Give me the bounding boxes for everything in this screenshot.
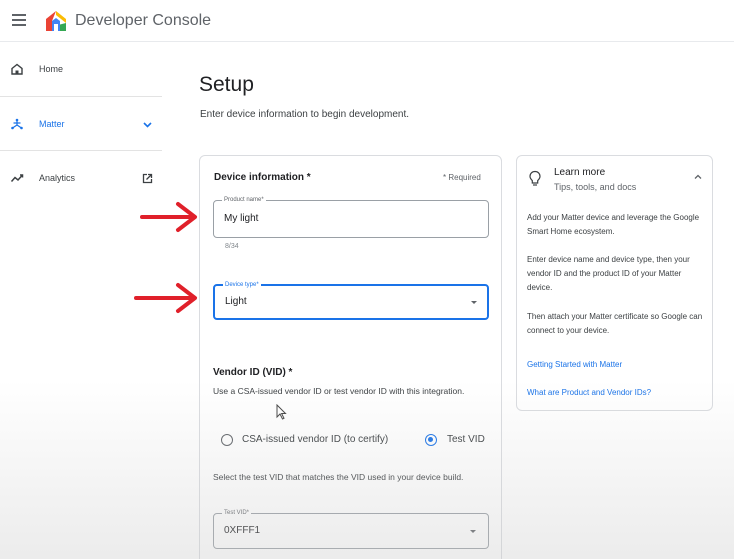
top-app-bar: Developer Console <box>0 0 734 42</box>
dropdown-arrow-icon[interactable] <box>471 301 477 304</box>
lightbulb-icon <box>529 170 541 186</box>
device-type-label: Device type* <box>223 281 261 289</box>
vendor-id-description: Use a CSA-issued vendor ID or test vendo… <box>213 386 465 396</box>
product-name-label: Product name* <box>222 196 266 204</box>
learn-more-title: Learn more <box>554 167 606 178</box>
sidebar-item-matter[interactable]: Matter <box>0 97 162 151</box>
learn-more-paragraph: Then attach your Matter certificate so G… <box>527 312 703 335</box>
page-title: Setup <box>199 73 254 96</box>
open-in-new-icon[interactable] <box>141 172 154 185</box>
radio-test-vid[interactable] <box>425 434 437 446</box>
matter-icon <box>11 118 23 130</box>
mouse-cursor-icon <box>276 404 287 420</box>
device-type-select[interactable]: Device type* Light <box>213 281 489 320</box>
test-vid-value: 0XFFF1 <box>224 525 261 536</box>
dropdown-arrow-icon[interactable] <box>470 530 476 533</box>
radio-test-vid-label[interactable]: Test VID <box>447 434 485 445</box>
sidebar-item-analytics[interactable]: Analytics <box>0 151 162 205</box>
getting-started-link[interactable]: Getting Started with Matter <box>527 360 622 369</box>
annotation-arrow-icon <box>140 202 197 232</box>
annotation-arrow-icon <box>134 283 197 313</box>
required-note: * Required <box>443 173 481 182</box>
sidebar-item-home[interactable]: Home <box>0 42 162 96</box>
learn-more-subtitle: Tips, tools, and docs <box>554 182 637 192</box>
product-vendor-ids-link[interactable]: What are Product and Vendor IDs? <box>527 388 651 397</box>
learn-more-paragraph: Add your Matter device and leverage the … <box>527 213 700 236</box>
hamburger-menu-icon[interactable] <box>12 14 26 26</box>
product-name-field[interactable]: Product name* My light <box>213 196 489 238</box>
sidebar-item-label: Analytics <box>39 173 76 183</box>
test-vid-help: Select the test VID that matches the VID… <box>213 472 464 482</box>
device-type-value: Light <box>225 296 247 307</box>
sidebar-item-label: Home <box>39 64 64 74</box>
google-home-logo-icon <box>46 11 66 31</box>
analytics-icon <box>10 174 24 182</box>
learn-more-paragraph: Enter device name and device type, then … <box>527 255 690 292</box>
character-counter: 8/34 <box>225 243 239 250</box>
test-vid-label: Test VID* <box>222 509 252 517</box>
sidebar-item-label: Matter <box>39 119 65 129</box>
chevron-down-icon[interactable] <box>141 118 154 131</box>
vendor-id-heading: Vendor ID (VID) * <box>213 367 293 378</box>
page-subtitle: Enter device information to begin develo… <box>200 109 410 120</box>
chevron-up-icon[interactable] <box>692 172 704 182</box>
device-information-heading: Device information * <box>214 172 311 183</box>
test-vid-select[interactable]: Test VID* 0XFFF1 <box>213 509 489 549</box>
product-name-value[interactable]: My light <box>224 213 258 224</box>
radio-csa-vendor-id-label[interactable]: CSA-issued vendor ID (to certify) <box>242 434 388 445</box>
radio-csa-vendor-id[interactable] <box>221 434 233 446</box>
app-title: Developer Console <box>75 12 212 29</box>
home-icon <box>11 63 23 75</box>
